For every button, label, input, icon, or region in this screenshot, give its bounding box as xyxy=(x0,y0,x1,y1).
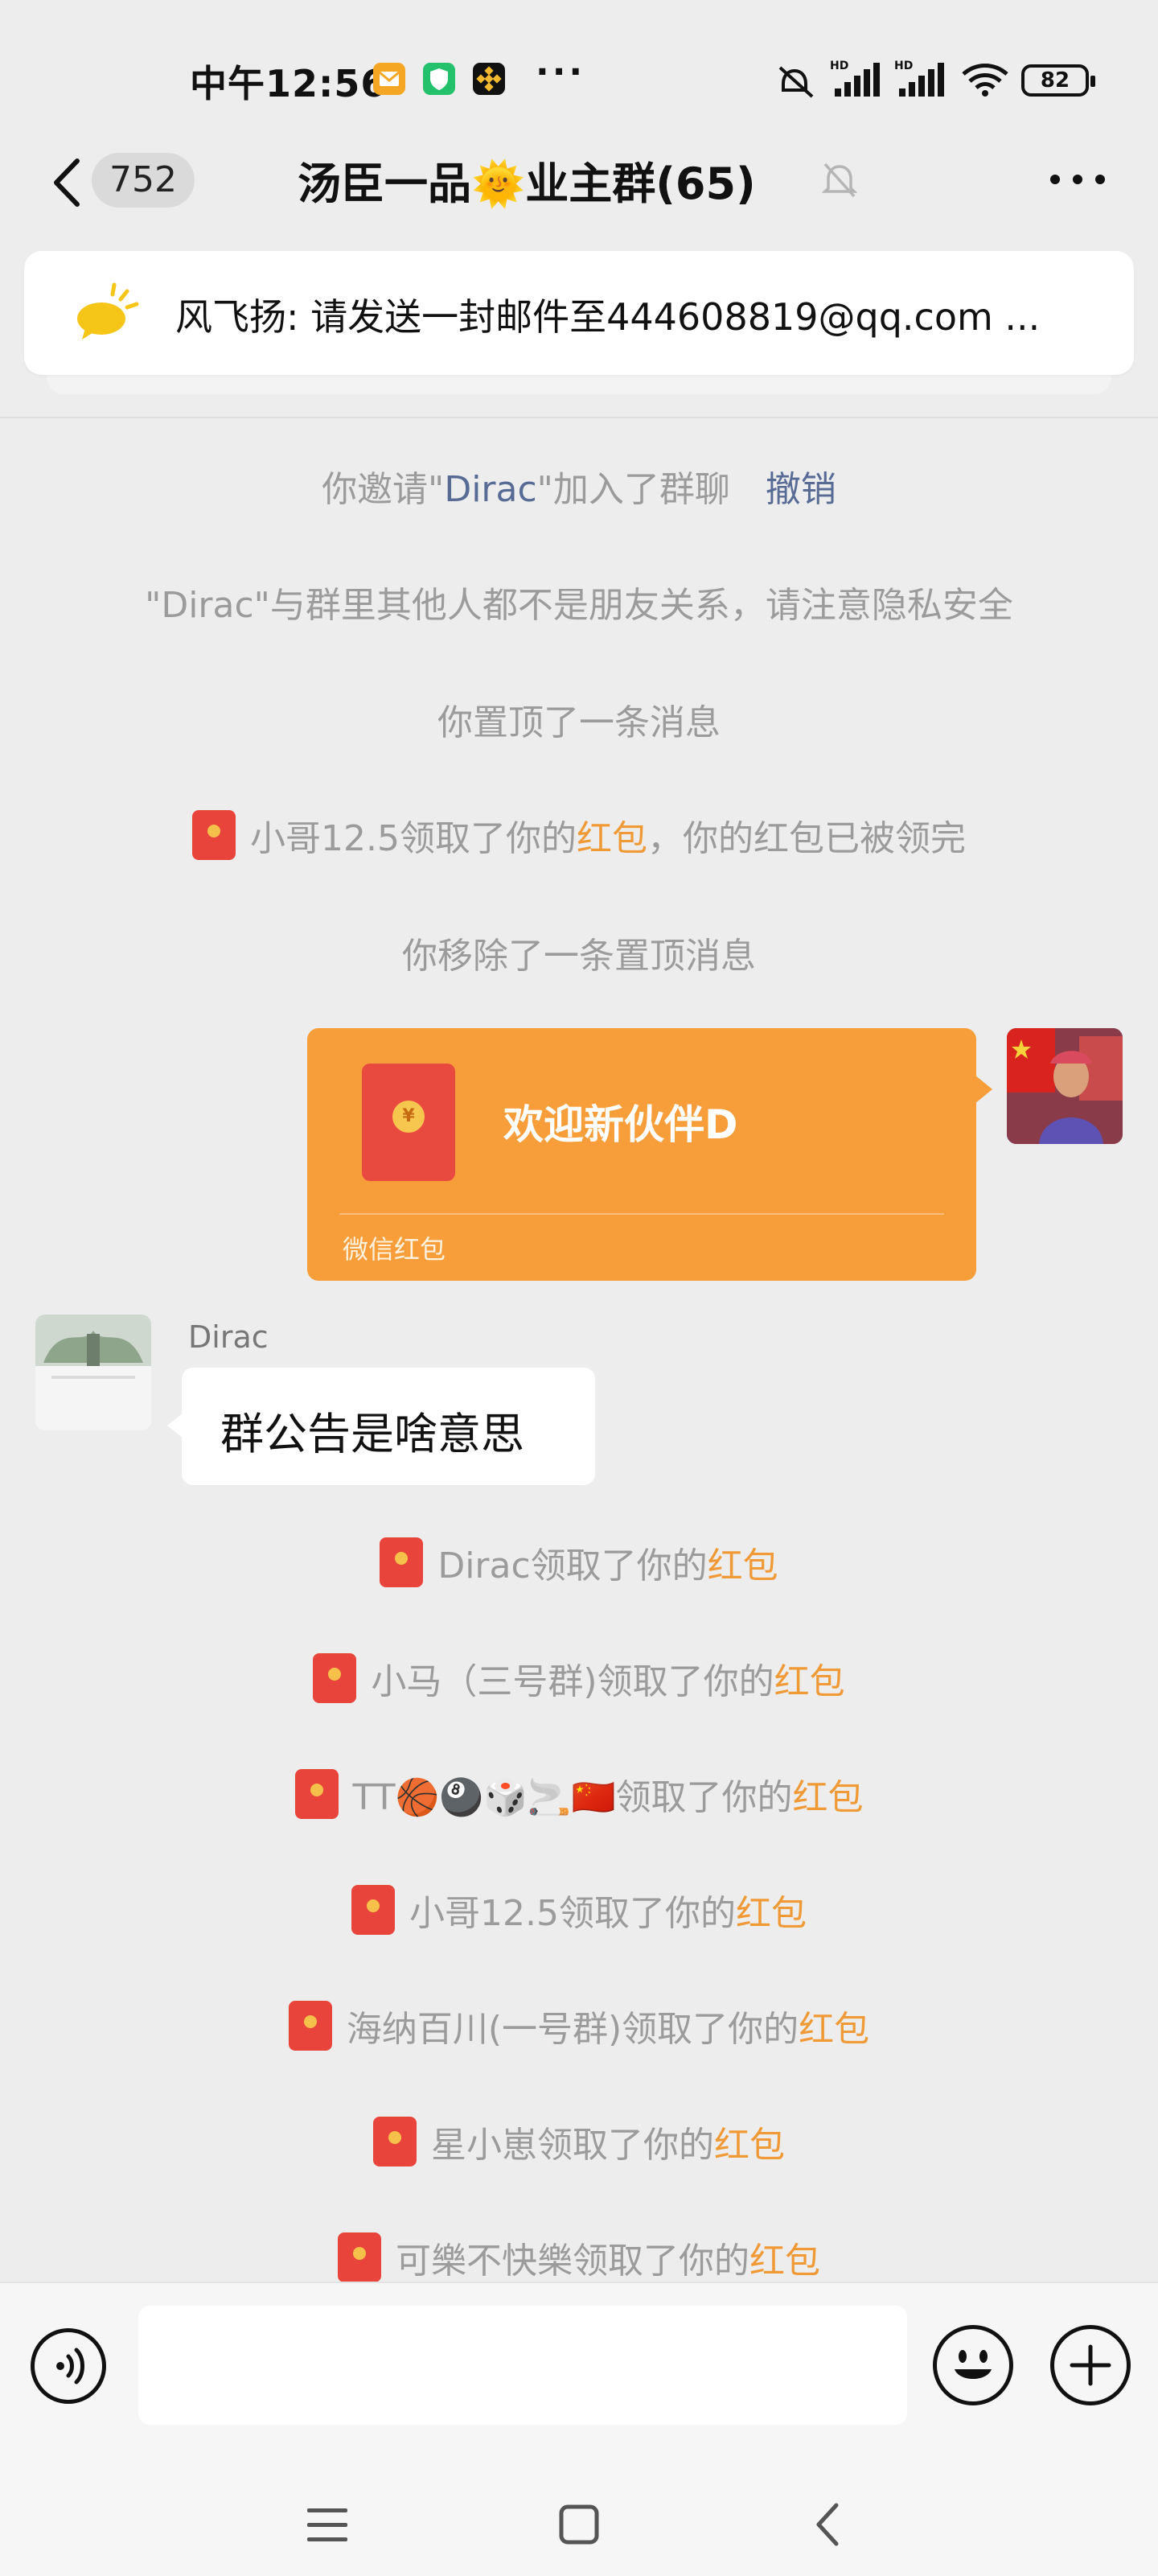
invite-notice: 你邀请"Dirac"加入了群聊 撤销 xyxy=(0,460,1158,512)
back-arrow-icon xyxy=(816,2503,839,2546)
red-packet-icon xyxy=(351,1885,396,1935)
menu-icon xyxy=(307,2508,347,2541)
unread-count-badge[interactable]: 752 xyxy=(92,153,195,208)
system-nav-bar xyxy=(0,2462,1158,2574)
binance-app-icon xyxy=(473,63,505,95)
bubble-tail xyxy=(975,1075,992,1104)
svg-text:HD: HD xyxy=(894,60,913,72)
bubble-tail xyxy=(167,1413,183,1438)
signal-2-icon: HD xyxy=(894,60,944,97)
status-bar: 中午12:56 ··· HD HD 82 xyxy=(0,0,1158,129)
red-packet-icon xyxy=(294,1769,339,1819)
red-packet-link[interactable]: 红包 xyxy=(749,2241,820,2282)
status-more-dots: ··· xyxy=(536,51,586,93)
mail-app-icon xyxy=(373,63,405,95)
claim-notice: TT🏀🎱🎲🚬🇨🇳领取了你的红包 xyxy=(0,1768,1158,1820)
unpinned-notice: 你移除了一条置顶消息 xyxy=(402,936,756,977)
more-functions-button[interactable] xyxy=(1050,2325,1131,2405)
back-nav-button[interactable] xyxy=(812,2502,844,2547)
claim-notice: 小哥12.5领取了你的红包 xyxy=(0,1884,1158,1936)
avatar-photo-icon xyxy=(35,1315,151,1430)
message-text: 群公告是啥意思 xyxy=(220,1409,524,1459)
menu-nav-button[interactable] xyxy=(307,2507,347,2544)
red-packet-icon xyxy=(373,2117,417,2167)
divider xyxy=(0,417,1158,418)
status-time: 中午12:56 xyxy=(190,62,388,105)
muted-bell-icon xyxy=(817,158,862,203)
svg-text:HD: HD xyxy=(830,60,848,72)
message-bubble[interactable]: 群公告是啥意思 xyxy=(182,1368,595,1485)
invitee-name[interactable]: Dirac xyxy=(444,469,536,510)
red-packet-link[interactable]: 红包 xyxy=(714,2125,785,2166)
avatar-photo-icon xyxy=(1007,1028,1123,1144)
red-packet-greeting: 欢迎新伙伴D xyxy=(503,1101,738,1148)
claim-notice: 星小崽领取了你的红包 xyxy=(0,2116,1158,2167)
privacy-notice: "Dirac"与群里其他人都不是朋友关系，请注意隐私安全 xyxy=(145,585,1013,626)
security-app-icon xyxy=(423,63,455,95)
red-envelope-icon: ¥ xyxy=(362,1064,455,1181)
red-packet-message[interactable]: ¥ 欢迎新伙伴D 微信红包 xyxy=(307,1028,976,1281)
back-button[interactable] xyxy=(47,154,87,211)
red-packet-icon xyxy=(313,1653,357,1703)
red-packet-link[interactable]: 红包 xyxy=(799,2009,869,2050)
claim-notice: 海纳百川(一号群)领取了你的红包 xyxy=(0,2000,1158,2051)
chat-title[interactable]: 汤臣一品🌞业主群(65) xyxy=(298,148,756,212)
back-chevron-icon xyxy=(54,158,80,207)
claim-notice: Dirac领取了你的红包 xyxy=(0,1537,1158,1588)
red-packet-link[interactable]: 红包 xyxy=(792,1777,863,1818)
announcement-icon xyxy=(77,282,139,339)
my-avatar[interactable] xyxy=(1007,1028,1123,1144)
sender-name: Dirac xyxy=(188,1319,269,1355)
red-packet-divider xyxy=(339,1213,944,1215)
pinned-notice: 你置顶了一条消息 xyxy=(437,702,721,743)
voice-icon xyxy=(56,2348,84,2385)
red-packet-link[interactable]: 红包 xyxy=(577,818,647,859)
signal-1-icon: HD xyxy=(830,60,880,97)
invite-suffix: "加入了群聊 xyxy=(536,469,730,510)
plus-icon xyxy=(1070,2344,1111,2386)
pinned-message-text: 风飞扬: 请发送一封邮件至444608819@qq.com ... xyxy=(175,295,1041,339)
message-input[interactable] xyxy=(138,2306,907,2425)
revoke-link[interactable]: 撤销 xyxy=(766,469,836,510)
invite-prefix: 你邀请" xyxy=(322,469,445,510)
red-packet-icon xyxy=(380,1537,424,1587)
dirac-avatar[interactable] xyxy=(35,1315,151,1430)
coin-icon: ¥ xyxy=(392,1101,425,1133)
red-packet-icon xyxy=(338,2232,381,2282)
voice-input-button[interactable] xyxy=(31,2328,106,2404)
red-packet-icon xyxy=(288,2001,332,2051)
home-nav-button[interactable] xyxy=(558,2504,600,2545)
home-square-icon xyxy=(559,2504,599,2545)
claim-notice: 可樂不快樂领取了你的红包 xyxy=(0,2232,1158,2283)
red-packet-label: 微信红包 xyxy=(343,1234,446,1265)
more-options-button[interactable] xyxy=(1045,167,1110,191)
red-packet-link[interactable]: 红包 xyxy=(708,1545,778,1586)
mute-icon xyxy=(778,66,814,98)
claim-notice-first: 小哥12.5领取了你的红包，你的红包已被领完 xyxy=(0,809,1158,861)
more-dots-icon xyxy=(1050,175,1105,184)
red-packet-link[interactable]: 红包 xyxy=(736,1893,807,1934)
pinned-message-card[interactable]: 风飞扬: 请发送一封邮件至444608819@qq.com ... xyxy=(24,251,1134,375)
emoji-button[interactable] xyxy=(933,2325,1013,2405)
claim-notice: 小马（三号群)领取了你的红包 xyxy=(0,1652,1158,1704)
red-packet-link[interactable]: 红包 xyxy=(774,1661,845,1702)
battery-indicator: 82 xyxy=(1021,64,1095,97)
red-packet-icon xyxy=(192,810,236,860)
wifi-icon xyxy=(962,64,1008,97)
emoji-icon xyxy=(955,2350,992,2379)
